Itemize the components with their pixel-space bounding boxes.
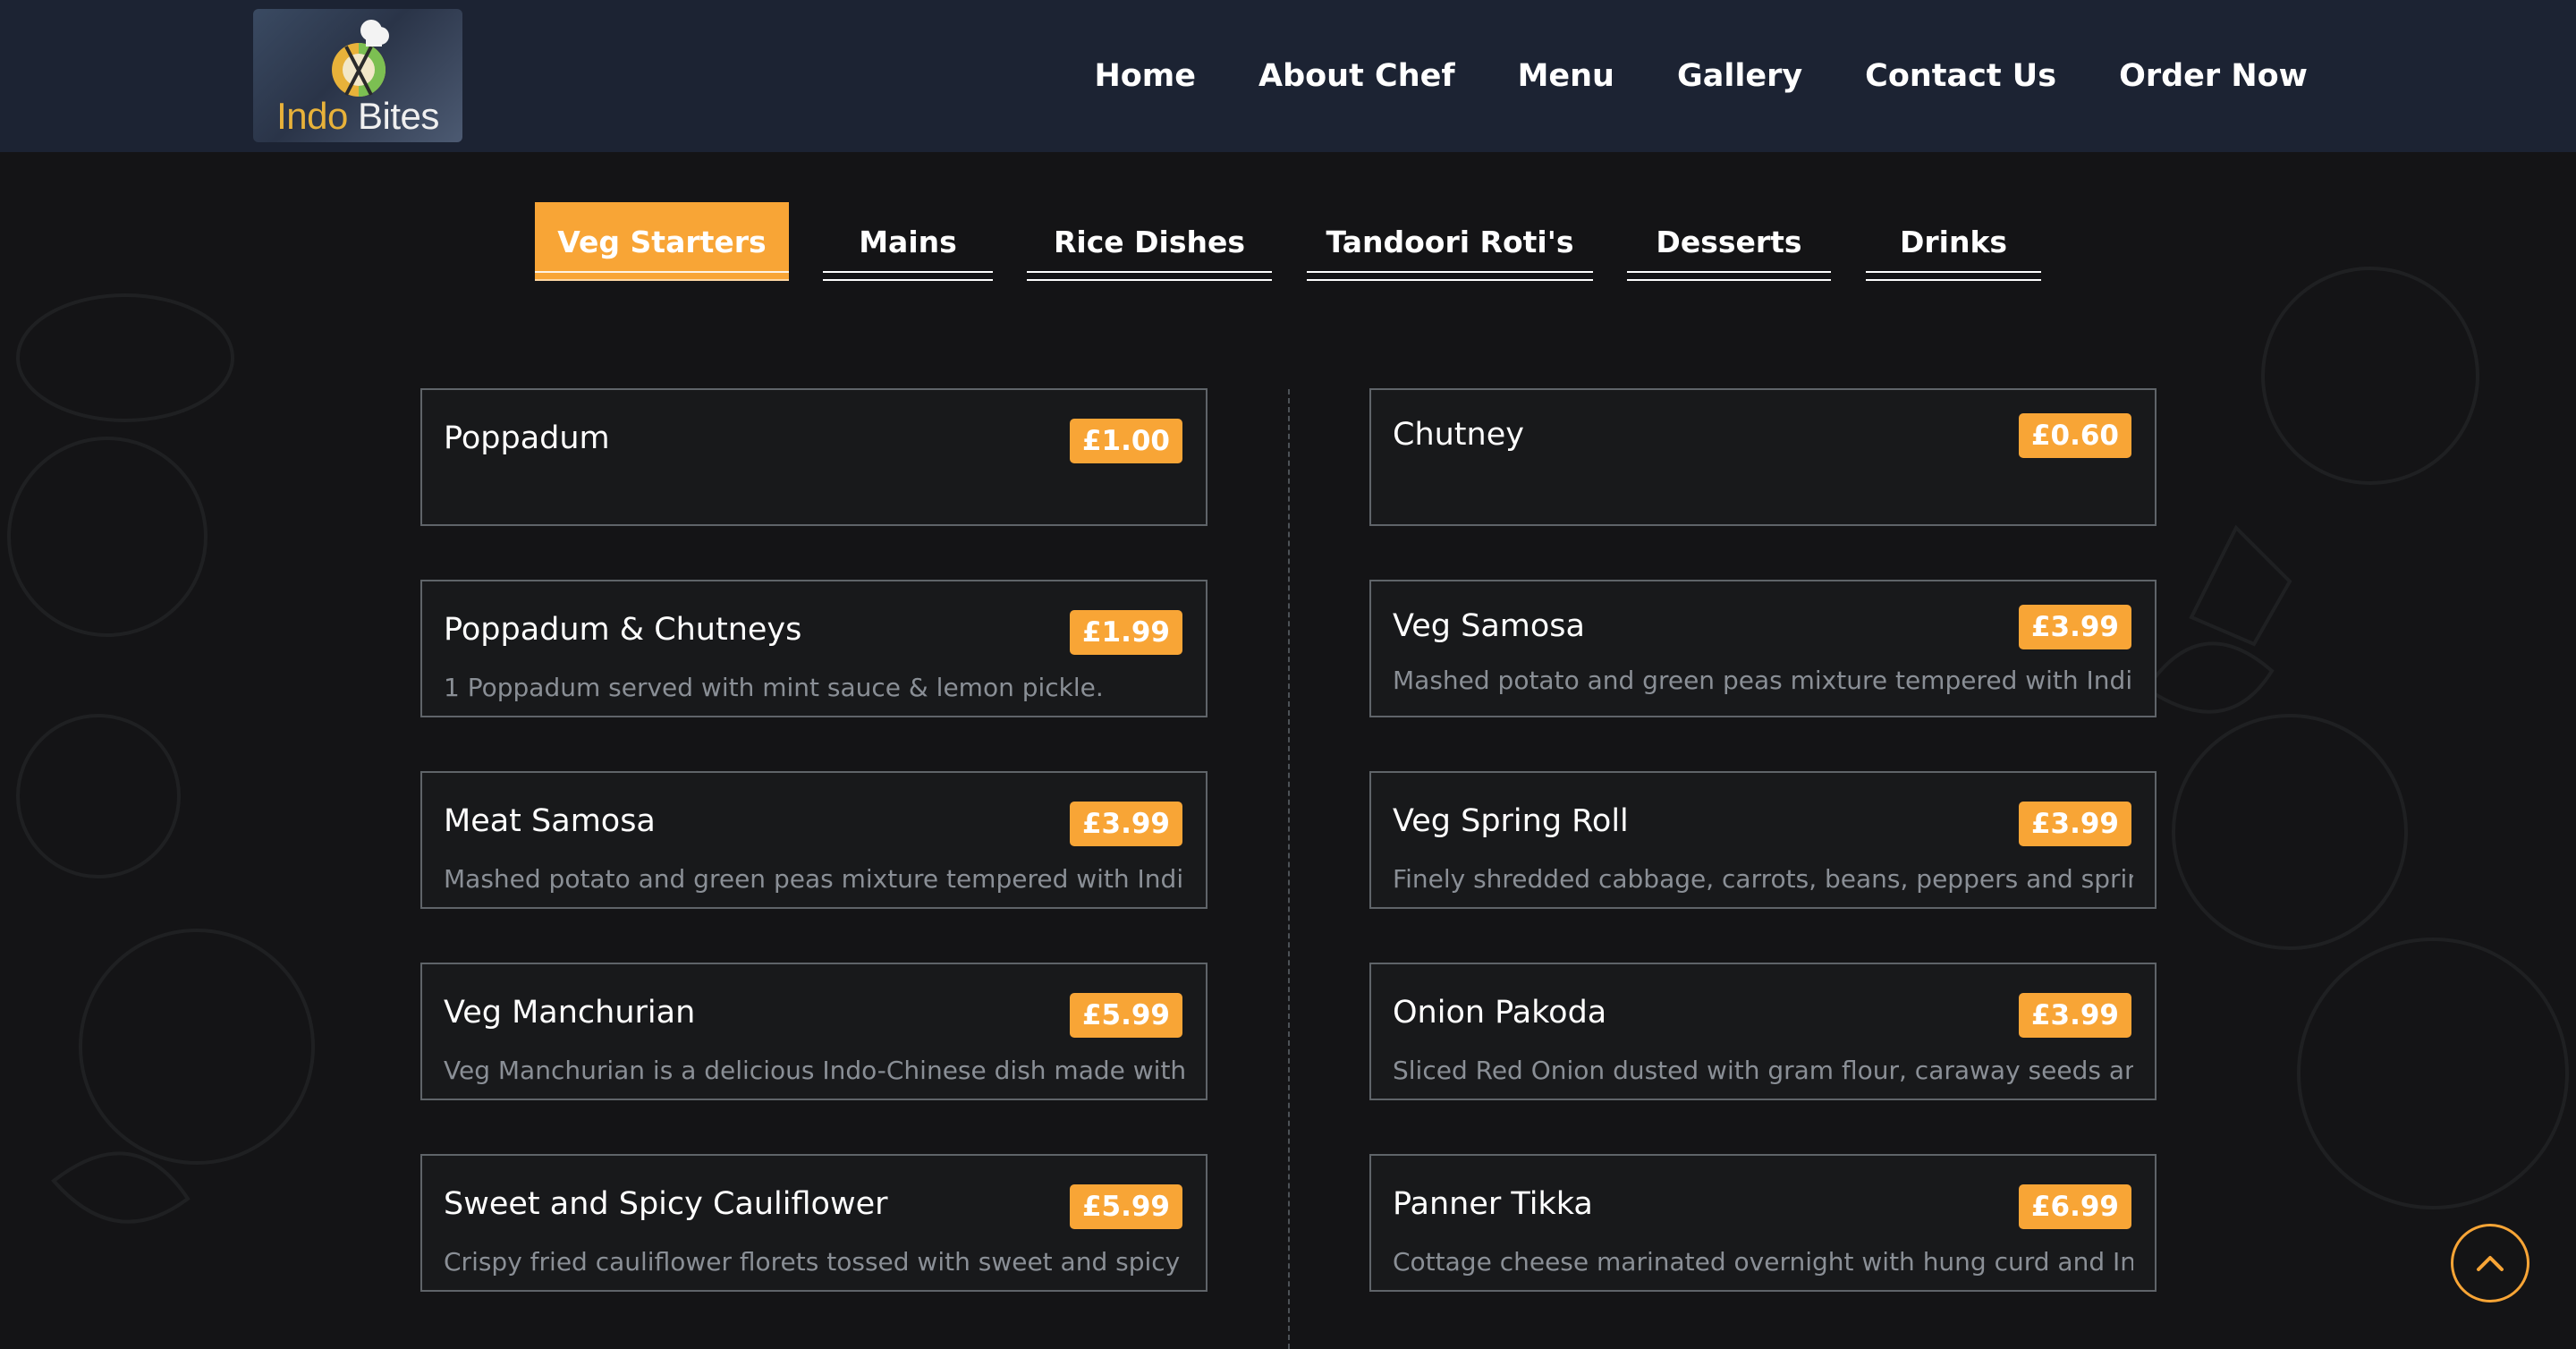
site-header: Indo Bites Home About Chef Menu Gallery …	[0, 0, 2576, 152]
menu-item-name: Veg Manchurian	[444, 995, 696, 1031]
tab-tandoori-rotis[interactable]: Tandoori Roti's	[1307, 202, 1593, 281]
menu-item-card[interactable]: Onion Pakoda £3.99 Sliced Red Onion dust…	[1369, 963, 2157, 1100]
scroll-to-top-button[interactable]	[2451, 1224, 2529, 1302]
brand-logo-text: Indo Bites	[276, 95, 439, 137]
nav-contact-us[interactable]: Contact Us	[1865, 58, 2056, 94]
menu-item-price: £0.60	[2018, 413, 2131, 459]
menu-category-tabs: Veg Starters Mains Rice Dishes Tandoori …	[0, 202, 2576, 283]
tab-mains[interactable]: Mains	[823, 202, 993, 281]
menu-item-card[interactable]: Veg Manchurian £5.99 Veg Manchurian is a…	[420, 963, 1208, 1100]
tab-drinks[interactable]: Drinks	[1866, 202, 2041, 281]
menu-item-description: Mashed potato and green peas mixture tem…	[1393, 666, 2133, 695]
menu-item-card[interactable]: Veg Samosa £3.99 Mashed potato and green…	[1369, 580, 2157, 717]
page: Indo Bites Home About Chef Menu Gallery …	[0, 0, 2576, 1349]
menu-item-description: Cottage cheese marinated overnight with …	[1393, 1247, 2133, 1277]
menu-item-card[interactable]: Veg Spring Roll £3.99 Finely shredded ca…	[1369, 771, 2157, 909]
menu-item-name: Poppadum & Chutneys	[444, 612, 802, 648]
menu-item-name: Veg Spring Roll	[1393, 803, 1629, 839]
menu-item-price: £5.99	[1069, 1184, 1182, 1230]
menu-item-card[interactable]: Chutney £0.60	[1369, 388, 2157, 526]
menu-item-price: £3.99	[2018, 993, 2131, 1039]
menu-item-name: Meat Samosa	[444, 803, 656, 839]
menu-item-name: Chutney	[1393, 417, 1524, 453]
nav-order-now[interactable]: Order Now	[2119, 58, 2308, 94]
chevron-up-icon	[2477, 1256, 2504, 1271]
menu-item-name: Poppadum	[444, 420, 610, 456]
menu-item-price: £5.99	[1069, 993, 1182, 1039]
menu-item-card[interactable]: Poppadum £1.00	[420, 388, 1208, 526]
menu-item-price: £3.99	[2018, 605, 2131, 650]
tab-rice-dishes[interactable]: Rice Dishes	[1027, 202, 1272, 281]
menu-item-card[interactable]: Sweet and Spicy Cauliflower £5.99 Crispy…	[420, 1154, 1208, 1292]
menu-item-description: Veg Manchurian is a delicious Indo-Chine…	[444, 1056, 1184, 1085]
menu-item-description: Mashed potato and green peas mixture tem…	[444, 864, 1184, 894]
menu-item-card[interactable]: Meat Samosa £3.99 Mashed potato and gree…	[420, 771, 1208, 909]
menu-item-name: Sweet and Spicy Cauliflower	[444, 1186, 888, 1222]
menu-item-card[interactable]: Panner Tikka £6.99 Cottage cheese marina…	[1369, 1154, 2157, 1292]
menu-item-price: £6.99	[2018, 1184, 2131, 1230]
tab-veg-starters[interactable]: Veg Starters	[535, 202, 789, 281]
nav-about-chef[interactable]: About Chef	[1258, 58, 1455, 94]
menu-item-price: £1.00	[1069, 419, 1182, 464]
nav-menu[interactable]: Menu	[1518, 58, 1614, 94]
menu-item-name: Panner Tikka	[1393, 1186, 1593, 1222]
nav-home[interactable]: Home	[1094, 58, 1196, 94]
menu-item-description: Sliced Red Onion dusted with gram flour,…	[1393, 1056, 2133, 1085]
column-divider	[1288, 389, 1290, 1349]
menu-item-description: Finely shredded cabbage, carrots, beans,…	[1393, 864, 2133, 894]
menu-item-name: Onion Pakoda	[1393, 995, 1607, 1031]
main-nav: Home About Chef Menu Gallery Contact Us …	[1094, 0, 2308, 152]
brand-logo[interactable]: Indo Bites	[253, 9, 462, 142]
menu-item-price: £3.99	[2018, 802, 2131, 847]
menu-item-description: Crispy fried cauliflower florets tossed …	[444, 1247, 1184, 1277]
menu-item-name: Veg Samosa	[1393, 608, 1585, 644]
chef-plate-icon	[332, 20, 389, 97]
menu-item-price: £3.99	[1069, 802, 1182, 847]
tab-desserts[interactable]: Desserts	[1627, 202, 1831, 281]
nav-gallery[interactable]: Gallery	[1677, 58, 1802, 94]
menu-item-card[interactable]: Poppadum & Chutneys £1.99 1 Poppadum ser…	[420, 580, 1208, 717]
menu-item-description: 1 Poppadum served with mint sauce & lemo…	[444, 673, 1104, 702]
menu-item-price: £1.99	[1069, 610, 1182, 656]
